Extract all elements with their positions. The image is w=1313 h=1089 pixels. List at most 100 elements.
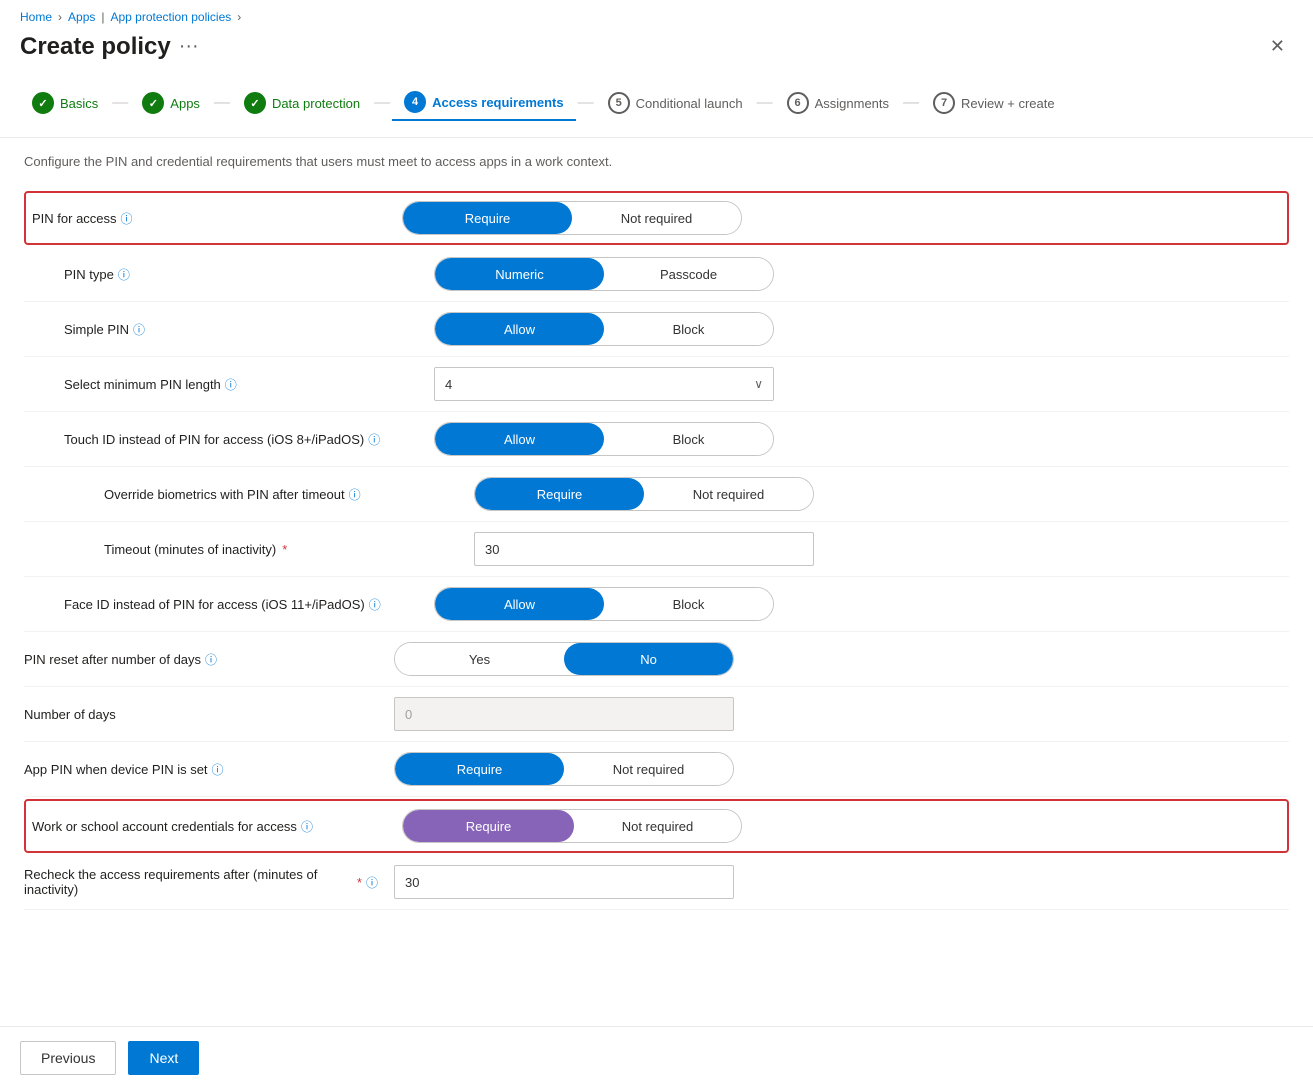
- info-icon-override-biometrics[interactable]: ⓘ: [349, 486, 361, 503]
- toggle-option-pin-for-access-1[interactable]: Not required: [572, 202, 741, 234]
- label-col-pin-type: PIN type ⓘ: [64, 266, 434, 283]
- step-review-create[interactable]: 7Review + create: [921, 86, 1067, 120]
- label-col-work-credentials: Work or school account credentials for a…: [32, 818, 402, 835]
- form-row-face-id: Face ID instead of PIN for access (iOS 1…: [24, 577, 1289, 632]
- toggle-option-pin-reset-0[interactable]: Yes: [395, 643, 564, 675]
- step-assignments[interactable]: 6Assignments: [775, 86, 901, 120]
- toggle-option-app-pin-device-1[interactable]: Not required: [564, 753, 733, 785]
- info-icon-face-id[interactable]: ⓘ: [369, 596, 381, 613]
- label-col-touch-id: Touch ID instead of PIN for access (iOS …: [64, 431, 434, 448]
- step-separator-2: —: [374, 94, 390, 112]
- toggle-option-pin-type-1[interactable]: Passcode: [604, 258, 773, 290]
- control-col-face-id: AllowBlock: [434, 587, 1289, 621]
- breadcrumb-section[interactable]: App protection policies: [111, 10, 232, 24]
- page-title-ellipsis: ···: [179, 35, 199, 58]
- label-col-override-biometrics: Override biometrics with PIN after timeo…: [104, 486, 474, 503]
- form-row-simple-pin: Simple PIN ⓘ AllowBlock: [24, 302, 1289, 357]
- step-basics[interactable]: ✓ Basics: [20, 86, 110, 120]
- breadcrumb-home[interactable]: Home: [20, 10, 52, 24]
- input-recheck-requirements[interactable]: [394, 865, 734, 899]
- control-col-pin-reset: YesNo: [394, 642, 1289, 676]
- step-conditional-launch[interactable]: 5Conditional launch: [596, 86, 755, 120]
- info-icon-pin-for-access[interactable]: ⓘ: [121, 210, 133, 227]
- step-circle-assignments: 6: [787, 92, 809, 114]
- toggle-option-work-credentials-1[interactable]: Not required: [574, 810, 741, 842]
- label-text-pin-type: PIN type: [64, 267, 114, 282]
- toggle-option-face-id-1[interactable]: Block: [604, 588, 773, 620]
- dropdown-min-pin-length[interactable]: 4∨: [434, 367, 774, 401]
- step-circle-basics: ✓: [32, 92, 54, 114]
- form-row-timeout: Timeout (minutes of inactivity) *: [24, 522, 1289, 577]
- form-row-min-pin-length: Select minimum PIN length ⓘ 4∨: [24, 357, 1289, 412]
- step-label-basics: Basics: [60, 96, 98, 111]
- required-star-recheck-requirements: *: [357, 875, 362, 890]
- label-text-pin-reset: PIN reset after number of days: [24, 652, 201, 667]
- info-icon-pin-reset[interactable]: ⓘ: [205, 651, 217, 668]
- form-row-override-biometrics: Override biometrics with PIN after timeo…: [24, 467, 1289, 522]
- form-row-pin-for-access: PIN for access ⓘRequireNot required: [24, 191, 1289, 245]
- toggle-option-app-pin-device-0[interactable]: Require: [395, 753, 564, 785]
- label-text-min-pin-length: Select minimum PIN length: [64, 377, 221, 392]
- label-text-work-credentials: Work or school account credentials for a…: [32, 819, 297, 834]
- step-access-requirements[interactable]: 4Access requirements: [392, 85, 576, 121]
- info-icon-app-pin-device[interactable]: ⓘ: [212, 761, 224, 778]
- control-col-recheck-requirements: [394, 865, 1289, 899]
- info-icon-simple-pin[interactable]: ⓘ: [133, 321, 145, 338]
- toggle-group-app-pin-device: RequireNot required: [394, 752, 734, 786]
- toggle-group-pin-type: NumericPasscode: [434, 257, 774, 291]
- step-separator-4: —: [757, 94, 773, 112]
- toggle-option-touch-id-1[interactable]: Block: [604, 423, 773, 455]
- label-text-number-of-days: Number of days: [24, 707, 116, 722]
- info-icon-work-credentials[interactable]: ⓘ: [301, 818, 313, 835]
- toggle-option-work-credentials-0[interactable]: Require: [403, 810, 574, 842]
- label-text-app-pin-device: App PIN when device PIN is set: [24, 762, 208, 777]
- toggle-option-simple-pin-0[interactable]: Allow: [435, 313, 604, 345]
- step-circle-access-requirements: 4: [404, 91, 426, 113]
- control-col-override-biometrics: RequireNot required: [474, 477, 1289, 511]
- previous-button[interactable]: Previous: [20, 1041, 116, 1075]
- step-data-protection[interactable]: ✓Data protection: [232, 86, 372, 120]
- step-separator-3: —: [578, 94, 594, 112]
- toggle-option-touch-id-0[interactable]: Allow: [435, 423, 604, 455]
- control-col-pin-type: NumericPasscode: [434, 257, 1289, 291]
- toggle-option-face-id-0[interactable]: Allow: [435, 588, 604, 620]
- toggle-option-pin-reset-1[interactable]: No: [564, 643, 733, 675]
- form-row-pin-reset: PIN reset after number of days ⓘ YesNo: [24, 632, 1289, 687]
- label-col-timeout: Timeout (minutes of inactivity) *: [104, 542, 474, 557]
- breadcrumb-pipe: |: [101, 10, 104, 24]
- control-col-simple-pin: AllowBlock: [434, 312, 1289, 346]
- breadcrumb-apps[interactable]: Apps: [68, 10, 95, 24]
- info-icon-pin-type[interactable]: ⓘ: [118, 266, 130, 283]
- dropdown-arrow-min-pin-length: ∨: [754, 377, 763, 391]
- toggle-group-pin-for-access: RequireNot required: [402, 201, 742, 235]
- control-col-min-pin-length: 4∨: [434, 367, 1289, 401]
- toggle-option-override-biometrics-0[interactable]: Require: [475, 478, 644, 510]
- info-icon-recheck-requirements[interactable]: ⓘ: [366, 874, 378, 891]
- breadcrumb-sep2: ›: [237, 10, 241, 24]
- page-title-text: Create policy: [20, 33, 171, 61]
- next-button[interactable]: Next: [128, 1041, 199, 1075]
- label-col-pin-for-access: PIN for access ⓘ: [32, 210, 402, 227]
- label-col-app-pin-device: App PIN when device PIN is set ⓘ: [24, 761, 394, 778]
- input-timeout[interactable]: [474, 532, 814, 566]
- label-text-simple-pin: Simple PIN: [64, 322, 129, 337]
- info-icon-min-pin-length[interactable]: ⓘ: [225, 376, 237, 393]
- control-col-pin-for-access: RequireNot required: [402, 201, 1281, 235]
- form-row-number-of-days: Number of days: [24, 687, 1289, 742]
- label-col-recheck-requirements: Recheck the access requirements after (m…: [24, 867, 394, 897]
- label-col-face-id: Face ID instead of PIN for access (iOS 1…: [64, 596, 434, 613]
- step-separator-0: —: [112, 94, 128, 112]
- form-row-touch-id: Touch ID instead of PIN for access (iOS …: [24, 412, 1289, 467]
- toggle-group-pin-reset: YesNo: [394, 642, 734, 676]
- toggle-option-pin-type-0[interactable]: Numeric: [435, 258, 604, 290]
- toggle-option-override-biometrics-1[interactable]: Not required: [644, 478, 813, 510]
- info-icon-touch-id[interactable]: ⓘ: [368, 431, 380, 448]
- toggle-option-pin-for-access-0[interactable]: Require: [403, 202, 572, 234]
- close-button[interactable]: ✕: [1262, 32, 1293, 61]
- breadcrumb-sep1: ›: [58, 10, 62, 24]
- toggle-option-simple-pin-1[interactable]: Block: [604, 313, 773, 345]
- step-apps[interactable]: ✓Apps: [130, 86, 212, 120]
- step-circle-review-create: 7: [933, 92, 955, 114]
- label-text-timeout: Timeout (minutes of inactivity): [104, 542, 276, 557]
- step-circle-data-protection: ✓: [244, 92, 266, 114]
